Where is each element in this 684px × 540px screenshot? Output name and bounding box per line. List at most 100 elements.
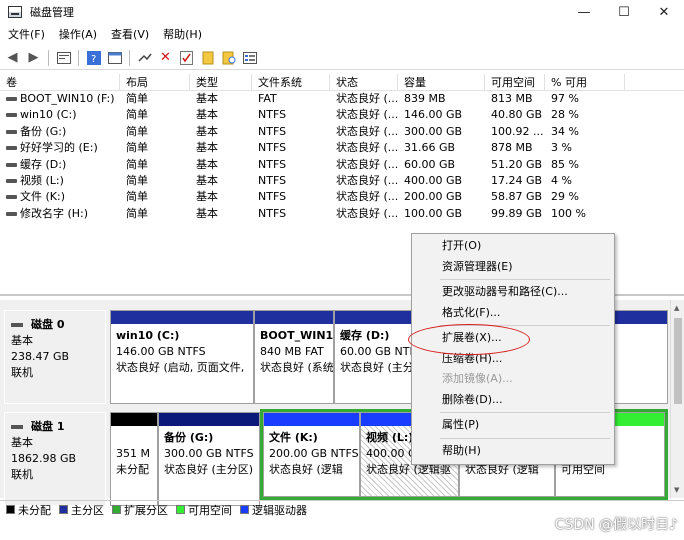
cell-percent-free: 97 % xyxy=(551,92,579,105)
forward-arrow-icon[interactable]: ▶ xyxy=(25,49,42,66)
menu-item-change-drive-letter[interactable]: 更改驱动器号和路径(C)... xyxy=(412,282,614,303)
partition-c[interactable]: win10 (C:) 146.00 GB NTFS 状态良好 (启动, 页面文件… xyxy=(110,310,254,404)
table-row[interactable]: 视频 (L:) 简单 基本 NTFS 状态良好 (... 400.00 GB 17.24 G… xyxy=(0,173,684,189)
table-row[interactable]: win10 (C:) 简单 基本 NTFS 状态良好 (... 146.00 GB 40.8… xyxy=(0,107,684,123)
menu-item-shrink-volume[interactable]: 压缩卷(H)... xyxy=(412,349,614,370)
scroll-up-icon[interactable]: ▲ xyxy=(674,304,679,312)
partition-name: 文件 (K:) xyxy=(269,431,318,444)
disk-label-1[interactable]: 磁盘 1 基本 1862.98 GB 联机 xyxy=(4,412,106,506)
disk-type: 基本 xyxy=(11,334,33,347)
menu-item-open[interactable]: 打开(O) xyxy=(412,236,614,257)
col-header-layout[interactable]: 布局 xyxy=(120,74,190,90)
disk-icon xyxy=(11,425,23,429)
table-row[interactable]: 文件 (K:) 简单 基本 NTFS 状态良好 (... 200.00 GB 58.87 G… xyxy=(0,189,684,205)
cell-type: 基本 xyxy=(196,157,218,171)
partition-unallocated[interactable]: 351 M 未分配 xyxy=(110,412,158,506)
title-bar: 磁盘管理 — ☐ ✕ xyxy=(0,0,684,24)
partition-status: 未分配 xyxy=(116,463,149,476)
legend-logical: 逻辑驱动器 xyxy=(240,502,307,518)
col-header-percent-free[interactable]: % 可用 xyxy=(545,74,625,90)
cell-layout: 简单 xyxy=(126,124,148,138)
table-row[interactable]: 缓存 (D:) 简单 基本 NTFS 状态良好 (... 60.00 GB 51.20 GB… xyxy=(0,157,684,173)
maximize-button[interactable]: ☐ xyxy=(604,0,644,24)
cell-status: 状态良好 (... xyxy=(336,173,398,187)
legend-swatch xyxy=(176,505,185,514)
check-icon[interactable] xyxy=(178,49,195,66)
partition-boot[interactable]: BOOT_WIN1 840 MB FAT 状态良好 (系统 xyxy=(254,310,334,404)
menu-item-extend-volume[interactable]: 扩展卷(X)... xyxy=(412,328,614,349)
legend-swatch xyxy=(112,505,121,514)
col-header-filesystem[interactable]: 文件系统 xyxy=(252,74,330,90)
col-header-capacity[interactable]: 容量 xyxy=(398,74,485,90)
volume-list-body: BOOT_WIN10 (F:) 简单 基本 FAT 状态良好 (... 839 MB 813… xyxy=(0,91,684,222)
back-arrow-icon[interactable]: ◀ xyxy=(4,49,21,66)
menu-help[interactable]: 帮助(H) xyxy=(155,26,208,44)
scrollbar-thumb[interactable] xyxy=(674,318,682,404)
menu-item-explorer[interactable]: 资源管理器(E) xyxy=(412,257,614,278)
legend-extended: 扩展分区 xyxy=(112,502,168,518)
cell-layout: 简单 xyxy=(126,190,148,204)
cell-capacity: 60.00 GB xyxy=(404,157,456,171)
folder-search-icon[interactable] xyxy=(220,49,237,66)
volume-list-header: 卷 布局 类型 文件系统 状态 容量 可用空间 % 可用 xyxy=(0,74,684,91)
col-header-type[interactable]: 类型 xyxy=(190,74,252,90)
menu-separator xyxy=(440,325,610,326)
console-icon[interactable] xyxy=(106,49,123,66)
minimize-button[interactable]: — xyxy=(564,0,604,24)
cell-free-space: 40.80 GB xyxy=(491,108,543,122)
menu-file[interactable]: 文件(F) xyxy=(0,26,51,44)
volume-icon xyxy=(6,97,17,101)
menu-item-format[interactable]: 格式化(F)... xyxy=(412,303,614,324)
cell-percent-free: 100 % xyxy=(551,206,586,220)
table-row[interactable]: BOOT_WIN10 (F:) 简单 基本 FAT 状态良好 (... 839 MB 813… xyxy=(0,91,684,107)
partition-g[interactable]: 备份 (G:) 300.00 GB NTFS 状态良好 (主分区) xyxy=(158,412,260,506)
scroll-down-icon[interactable]: ▼ xyxy=(674,486,679,494)
cell-percent-free: 28 % xyxy=(551,108,579,122)
col-header-free-space[interactable]: 可用空间 xyxy=(485,74,545,90)
menu-separator xyxy=(440,437,610,439)
disk-view-scrollbar[interactable]: ▲ ▼ xyxy=(670,300,684,498)
cell-volume: 好好学习的 (E:) xyxy=(0,140,120,156)
partition-name: 备份 (G:) xyxy=(164,431,214,444)
cell-free-space: 813 MB xyxy=(491,92,533,105)
table-row[interactable]: 修改名字 (H:) 简单 基本 NTFS 状态良好 (... 100.00 GB 99.89… xyxy=(0,206,684,222)
properties-icon[interactable] xyxy=(55,49,72,66)
cell-type: 基本 xyxy=(196,190,218,204)
cell-type: 基本 xyxy=(196,124,218,138)
menu-item-delete-volume[interactable]: 删除卷(D)... xyxy=(412,390,614,411)
menu-item-properties[interactable]: 属性(P) xyxy=(412,415,614,436)
cell-free-space: 878 MB xyxy=(491,141,533,155)
help-icon[interactable]: ? xyxy=(85,49,102,66)
menu-item-help[interactable]: 帮助(H) xyxy=(412,441,614,462)
partition-k[interactable]: 文件 (K:) 200.00 GB NTFS 状态良好 (逻辑 xyxy=(263,412,360,497)
cell-layout: 简单 xyxy=(126,92,148,105)
cell-volume: 文件 (K:) xyxy=(0,189,120,205)
close-button[interactable]: ✕ xyxy=(644,0,684,24)
disk-name: 磁盘 1 xyxy=(31,420,65,433)
table-row[interactable]: 备份 (G:) 简单 基本 NTFS 状态良好 (... 300.00 GB 100.92 … xyxy=(0,124,684,140)
disk-label-0[interactable]: 磁盘 0 基本 238.47 GB 联机 xyxy=(4,310,106,404)
menu-action[interactable]: 操作(A) xyxy=(51,26,103,44)
list-icon[interactable] xyxy=(241,49,258,66)
cell-volume: win10 (C:) xyxy=(0,107,120,123)
watermark: CSDN @假以时日♪ xyxy=(554,517,678,533)
partition-fs: 146.00 GB NTFS xyxy=(116,345,206,358)
folder-icon[interactable] xyxy=(199,49,216,66)
volume-name: BOOT_WIN10 (F:) xyxy=(20,92,115,105)
volume-icon xyxy=(6,178,17,183)
volume-name: 缓存 (D:) xyxy=(20,157,67,171)
partition-name: BOOT_WIN1 xyxy=(260,329,333,342)
volume-icon xyxy=(6,162,17,167)
partition-status: 状态良好 (启动, 页面文件, xyxy=(116,361,245,374)
delete-icon[interactable]: ✕ xyxy=(157,49,174,66)
partition-bar xyxy=(111,413,157,426)
cell-capacity: 200.00 GB xyxy=(404,190,463,204)
col-header-status[interactable]: 状态 xyxy=(330,74,398,90)
connect-icon[interactable] xyxy=(136,49,153,66)
svg-text:?: ? xyxy=(91,54,96,65)
menu-view[interactable]: 查看(V) xyxy=(103,26,155,44)
legend-free-space: 可用空间 xyxy=(176,502,232,518)
col-header-volume[interactable]: 卷 xyxy=(0,74,120,90)
volume-icon xyxy=(6,195,17,200)
table-row[interactable]: 好好学习的 (E:) 简单 基本 NTFS 状态良好 (... 31.66 GB 878 M… xyxy=(0,140,684,156)
